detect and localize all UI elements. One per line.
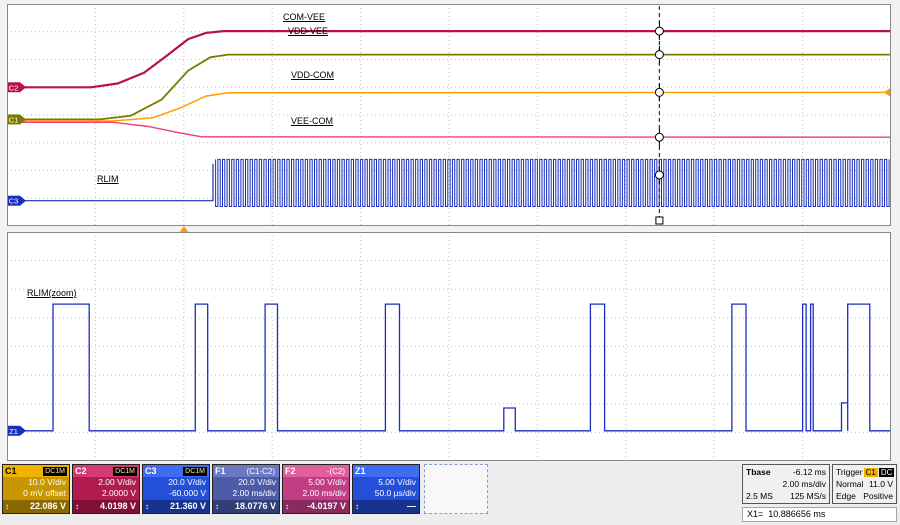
level-indicator-icon: ↕ xyxy=(285,502,289,511)
trigger-level: 11.0 V xyxy=(869,479,893,489)
vdiv-readout: 5.00 V/div xyxy=(378,477,416,487)
function-definition: -(C2) xyxy=(326,466,345,476)
vdiv-readout: 20.0 V/div xyxy=(168,477,206,487)
tdiv-readout: 2.00 ms/div xyxy=(232,488,276,498)
offset-readout: -60.000 V xyxy=(169,488,206,498)
vdiv-readout: 5.00 V/div xyxy=(308,477,346,487)
channel-id: F1 xyxy=(215,466,226,476)
offset-readout: 0 mV offset xyxy=(23,488,66,498)
channel-id: C2 xyxy=(75,466,87,476)
svg-text:C3: C3 xyxy=(9,197,19,206)
level-indicator-icon: ↕ xyxy=(355,502,359,511)
measured-value: -4.0197 V xyxy=(306,501,346,511)
waveform-canvas-top: C2 C1 C3 xyxy=(7,4,891,226)
trigger-type: Edge xyxy=(836,491,856,501)
level-indicator-icon: ↕ xyxy=(215,502,219,511)
channel-descriptor-c3[interactable]: C3 DC1M 20.0 V/div -60.000 V ↕ 21.360 V xyxy=(142,464,210,514)
tdiv-readout: 50.0 µs/div xyxy=(374,488,416,498)
main-graticule: C2 C1 C3 COM-VEE VDD-VEE VDD-COM VEE-COM RLIM xyxy=(7,4,891,226)
measured-value: — xyxy=(407,501,416,511)
cursor-x1-readout: X1= 10.886656 ms xyxy=(742,507,897,522)
measured-value: 22.086 V xyxy=(29,501,66,511)
measured-value: 21.360 V xyxy=(169,501,206,511)
coupling-badge: DC1M xyxy=(43,466,67,476)
offset-readout: 2.0000 V xyxy=(101,488,136,498)
function-definition: (C1-C2) xyxy=(246,466,275,476)
channel-id: Z1 xyxy=(355,466,366,476)
timebase-offset: -6.12 ms xyxy=(792,467,826,477)
sample-count: 2.5 MS xyxy=(746,491,773,501)
status-bar: C1 DC1M 10.0 V/div 0 mV offset ↕ 22.086 V … xyxy=(0,462,900,525)
channel-id: C1 xyxy=(5,466,17,476)
level-indicator-icon: ↕ xyxy=(145,502,149,511)
oscilloscope-screen: C2 C1 C3 COM-VEE VDD-VEE VDD-COM VEE-COM RLIM … xyxy=(0,0,900,525)
cursor-value: 10.886656 ms xyxy=(768,509,826,519)
svg-text:C2: C2 xyxy=(9,83,19,92)
trigger-slope: Positive xyxy=(863,491,893,501)
timebase-title: Tbase xyxy=(746,467,771,477)
trigger-mode: Normal xyxy=(836,479,864,489)
vdiv-readout: 2.00 V/div xyxy=(98,477,136,487)
measured-value: 4.0198 V xyxy=(99,501,136,511)
coupling-badge: DC1M xyxy=(113,466,137,476)
trigger-source-chips: C1 DC xyxy=(863,466,895,478)
level-indicator-icon: ↕ xyxy=(75,502,79,511)
trigger-panel[interactable]: Trigger C1 DC Normal 11.0 V Edge Positive xyxy=(832,464,897,504)
trigger-title: Trigger xyxy=(836,467,863,477)
channel-descriptor-f1[interactable]: F1 (C1-C2) 20.0 V/div 2.00 ms/div ↕ 18.077… xyxy=(212,464,280,514)
waveform-canvas-zoom: Z1 xyxy=(7,232,891,461)
trigger-source-badge: C1 xyxy=(863,468,878,477)
svg-text:Z1: Z1 xyxy=(9,427,18,436)
timebase-panel[interactable]: Tbase -6.12 ms 2.00 ms/div 2.5 MS 125 MS/s xyxy=(742,464,830,504)
channel-id: C3 xyxy=(145,466,157,476)
trigger-coupling-badge: DC xyxy=(878,468,895,477)
channel-descriptor-f2[interactable]: F2 -(C2) 5.00 V/div 2.00 ms/div ↕ -4.0197 … xyxy=(282,464,350,514)
channel-descriptor-z1[interactable]: Z1 5.00 V/div 50.0 µs/div ↕ — xyxy=(352,464,420,514)
tdiv-readout: 2.00 ms/div xyxy=(302,488,346,498)
cursor-label: X1= xyxy=(747,509,764,519)
timebase-per-div: 2.00 ms/div xyxy=(782,479,826,489)
zoom-graticule: Z1 RLIM(zoom) xyxy=(7,232,891,461)
vdiv-readout: 10.0 V/div xyxy=(28,477,66,487)
sample-rate: 125 MS/s xyxy=(790,491,826,501)
level-indicator-icon: ↕ xyxy=(5,502,9,511)
svg-text:C1: C1 xyxy=(9,115,19,124)
channel-descriptor-c2[interactable]: C2 DC1M 2.00 V/div 2.0000 V ↕ 4.0198 V xyxy=(72,464,140,514)
channel-id: F2 xyxy=(285,466,296,476)
vdiv-readout: 20.0 V/div xyxy=(238,477,276,487)
coupling-badge: DC1M xyxy=(183,466,207,476)
measured-value: 18.0776 V xyxy=(234,501,276,511)
empty-descriptor-slot xyxy=(424,464,488,514)
channel-descriptor-c1[interactable]: C1 DC1M 10.0 V/div 0 mV offset ↕ 22.086 V xyxy=(2,464,70,514)
